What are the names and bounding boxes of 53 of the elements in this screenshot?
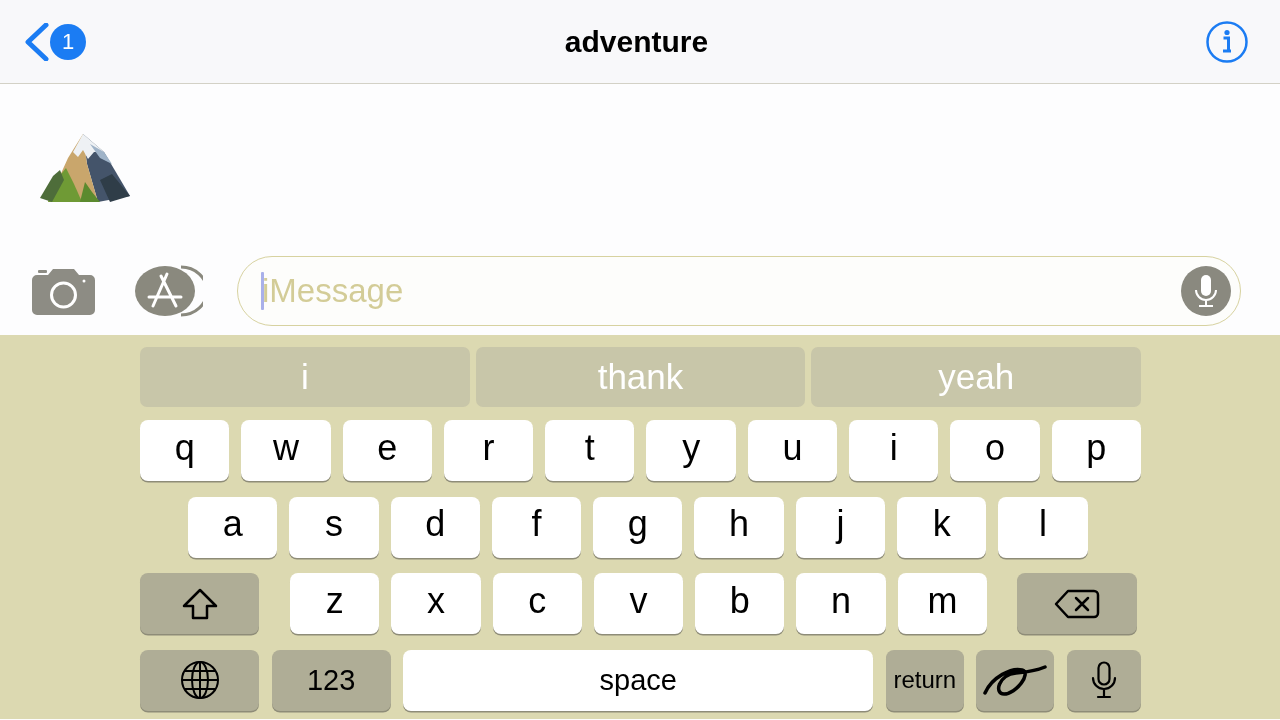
placeholder-text: iMessage bbox=[262, 272, 405, 310]
info-icon bbox=[1206, 20, 1248, 63]
letter-key[interactable]: t bbox=[545, 420, 635, 481]
space-bar[interactable]: space bbox=[403, 649, 874, 711]
letter-key[interactable]: s bbox=[289, 496, 379, 558]
function-key[interactable]: return bbox=[885, 649, 964, 711]
letter-key[interactable]: w bbox=[241, 420, 331, 481]
mountain-emoji-icon bbox=[40, 134, 130, 204]
back-button[interactable] bbox=[25, 22, 49, 61]
unread-count-badge: 1 bbox=[50, 23, 86, 60]
letter-key[interactable]: x bbox=[391, 573, 481, 634]
letter-key[interactable]: n bbox=[796, 573, 886, 634]
dictation-button[interactable] bbox=[1181, 266, 1231, 316]
apps-icon bbox=[135, 265, 203, 317]
function-key[interactable]: 123 bbox=[271, 649, 391, 711]
letter-key[interactable]: h bbox=[694, 496, 784, 558]
dictation-key[interactable] bbox=[1067, 649, 1141, 711]
letter-key[interactable]: z bbox=[290, 573, 380, 634]
letter-key[interactable]: a bbox=[188, 496, 278, 558]
backspace-icon bbox=[1054, 588, 1101, 619]
letter-key[interactable]: p bbox=[1051, 420, 1141, 481]
letter-key[interactable]: l bbox=[998, 496, 1088, 558]
letter-key[interactable]: y bbox=[646, 420, 736, 481]
letter-key[interactable]: v bbox=[593, 573, 684, 634]
handwriting-icon bbox=[982, 663, 1049, 697]
letter-key[interactable]: e bbox=[342, 420, 432, 481]
back-chevron-icon bbox=[25, 22, 49, 61]
conversation-title: adventure bbox=[564, 24, 709, 59]
letter-key[interactable]: r bbox=[443, 420, 534, 481]
letter-key[interactable]: q bbox=[140, 420, 230, 481]
letter-key[interactable]: u bbox=[747, 420, 838, 481]
shift-key[interactable] bbox=[140, 573, 259, 634]
microphone-icon bbox=[1091, 661, 1117, 699]
shift-icon bbox=[181, 587, 218, 620]
letter-key[interactable]: c bbox=[492, 573, 582, 634]
globe-icon bbox=[179, 660, 220, 700]
letter-key[interactable]: o bbox=[950, 420, 1040, 481]
handwriting-key[interactable] bbox=[976, 649, 1055, 711]
camera-button[interactable] bbox=[32, 267, 95, 315]
delete-key[interactable] bbox=[1017, 573, 1138, 634]
letter-key[interactable]: m bbox=[897, 573, 988, 634]
letter-key[interactable]: k bbox=[897, 496, 987, 558]
letter-key[interactable]: f bbox=[491, 496, 582, 558]
letter-key[interactable]: b bbox=[695, 573, 785, 634]
letter-key[interactable]: d bbox=[390, 496, 480, 558]
globe-key[interactable] bbox=[140, 649, 259, 711]
apps-button[interactable] bbox=[135, 265, 203, 317]
letter-key[interactable]: g bbox=[593, 496, 683, 558]
letter-key[interactable]: j bbox=[795, 496, 886, 558]
camera-icon bbox=[32, 267, 95, 315]
microphone-icon bbox=[1181, 266, 1231, 316]
letter-key[interactable]: i bbox=[849, 420, 939, 481]
info-button[interactable] bbox=[1206, 20, 1248, 63]
